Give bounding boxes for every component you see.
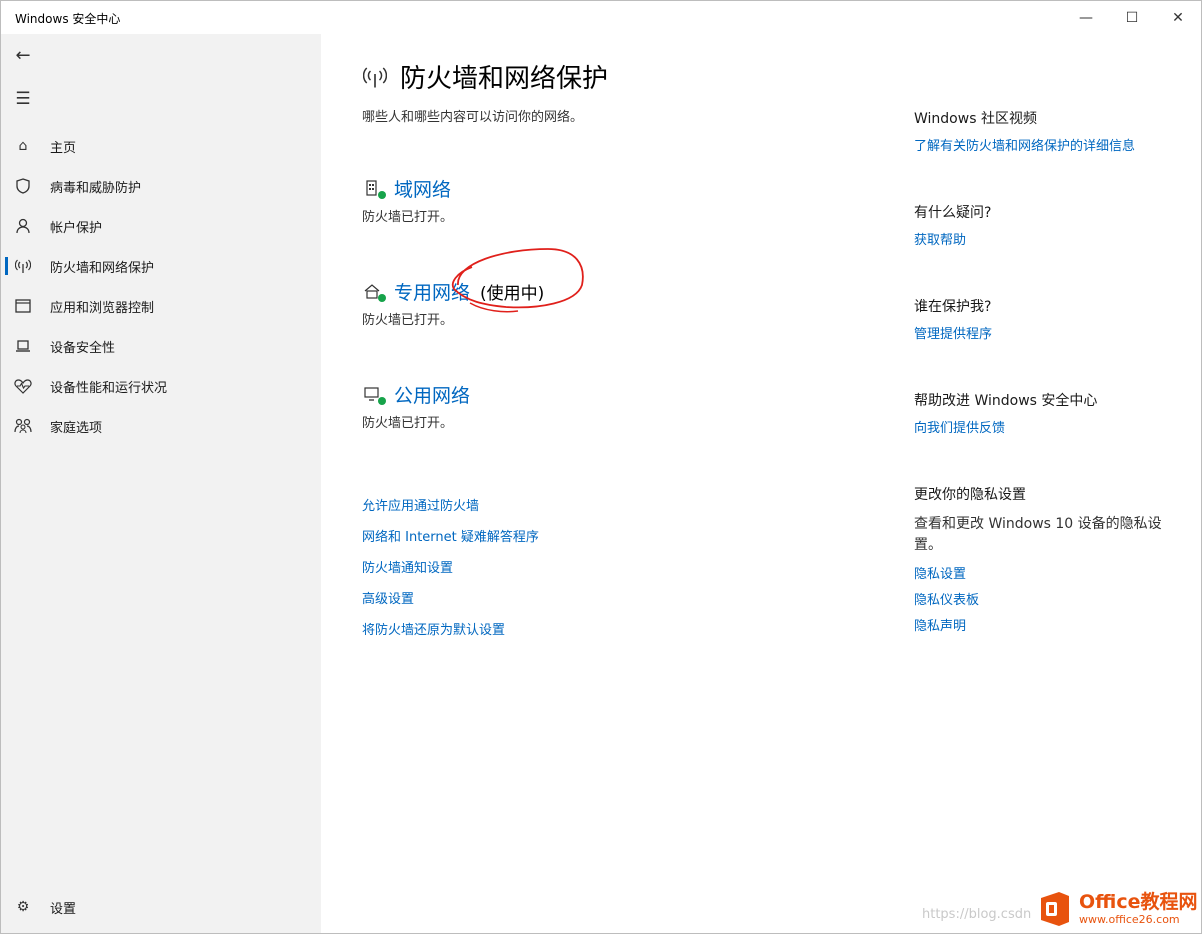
maximize-icon: ☐ bbox=[1125, 9, 1139, 26]
network-status: 防火墙已打开。 bbox=[362, 416, 454, 431]
wifi-signal-icon bbox=[362, 64, 388, 90]
advanced-settings-link[interactable]: 高级设置 bbox=[362, 588, 414, 607]
check-badge-icon bbox=[378, 294, 386, 302]
privacy-description: 查看和更改 Windows 10 设备的隐私设置。 bbox=[914, 516, 1162, 553]
hamburger-icon: ☰ bbox=[15, 89, 31, 109]
check-badge-icon bbox=[378, 191, 386, 199]
firewall-notification-settings-link[interactable]: 防火墙通知设置 bbox=[362, 557, 453, 576]
minimize-button[interactable]: — bbox=[1063, 1, 1109, 34]
back-arrow-icon: ← bbox=[15, 44, 31, 66]
page-title: 防火墙和网络保护 bbox=[400, 64, 609, 94]
privacy-heading: 更改你的隐私设置 bbox=[914, 487, 1026, 503]
wifi-signal-icon bbox=[13, 256, 33, 276]
network-private: 专用网络 (使用中) 防火墙已打开。 bbox=[362, 277, 545, 329]
minimize-icon: — bbox=[1079, 9, 1093, 26]
sidebar: ← ☰ ⌂ 主页 病毒和威胁防护 帐户保护 防火墙和网络保护 应用和浏览器控制 … bbox=[1, 34, 321, 933]
close-button[interactable]: ✕ bbox=[1155, 1, 1201, 34]
laptop-icon bbox=[13, 336, 33, 356]
sidebar-item-label: 防火墙和网络保护 bbox=[50, 260, 155, 276]
network-troubleshooter-link[interactable]: 网络和 Internet 疑难解答程序 bbox=[362, 526, 539, 545]
network-status: 防火墙已打开。 bbox=[362, 210, 454, 225]
privacy-settings-link[interactable]: 隐私设置 bbox=[914, 563, 966, 582]
domain-network-icon bbox=[362, 177, 386, 199]
home-icon: ⌂ bbox=[18, 138, 28, 154]
watermark-url: https://blog.csdn bbox=[922, 907, 1032, 922]
feedback-link[interactable]: 向我们提供反馈 bbox=[914, 417, 1005, 436]
manage-providers-link[interactable]: 管理提供程序 bbox=[914, 323, 992, 342]
sidebar-item-label: 设备性能和运行状况 bbox=[50, 380, 168, 396]
sidebar-item-label: 帐户保护 bbox=[50, 220, 103, 236]
sidebar-item-family-options[interactable]: 家庭选项 bbox=[1, 408, 321, 444]
heart-pulse-icon bbox=[13, 376, 33, 396]
check-badge-icon bbox=[378, 397, 386, 405]
network-name-link[interactable]: 域网络 bbox=[394, 175, 451, 202]
in-use-label: (使用中) bbox=[480, 283, 545, 304]
person-icon bbox=[13, 216, 33, 236]
restore-firewall-defaults-link[interactable]: 将防火墙还原为默认设置 bbox=[362, 619, 505, 638]
office-brand-name: Office教程网 bbox=[1079, 891, 1198, 913]
maximize-button[interactable]: ☐ bbox=[1109, 1, 1155, 34]
title-bar: Windows 安全中心 — ☐ ✕ bbox=[1, 1, 1201, 34]
page-subtitle: 哪些人和哪些内容可以访问你的网络。 bbox=[362, 110, 584, 125]
sidebar-item-label: 病毒和威胁防护 bbox=[50, 180, 142, 196]
network-status: 防火墙已打开。 bbox=[362, 313, 454, 328]
privacy-statement-link[interactable]: 隐私声明 bbox=[914, 615, 966, 634]
shield-icon bbox=[13, 176, 33, 196]
sidebar-item-label: 主页 bbox=[50, 140, 77, 156]
improve-heading: 帮助改进 Windows 安全中心 bbox=[914, 393, 1098, 409]
protect-heading: 谁在保护我? bbox=[914, 299, 992, 315]
sidebar-item-virus-protection[interactable]: 病毒和威胁防护 bbox=[1, 168, 321, 204]
network-public: 公用网络 防火墙已打开。 bbox=[362, 380, 470, 432]
sidebar-item-label: 应用和浏览器控制 bbox=[50, 300, 155, 316]
network-name-link[interactable]: 专用网络 bbox=[394, 278, 470, 305]
office-brand-url: www.office26.com bbox=[1079, 913, 1180, 926]
sidebar-item-label: 设置 bbox=[50, 901, 77, 917]
privacy-dashboard-link[interactable]: 隐私仪表板 bbox=[914, 589, 979, 608]
sidebar-item-device-security[interactable]: 设备安全性 bbox=[1, 328, 321, 364]
app-window-icon bbox=[13, 296, 33, 316]
menu-button[interactable]: ☰ bbox=[9, 86, 37, 112]
sidebar-item-device-health[interactable]: 设备性能和运行状况 bbox=[1, 368, 321, 404]
question-heading: 有什么疑问? bbox=[914, 205, 992, 221]
network-name-link[interactable]: 公用网络 bbox=[394, 381, 470, 408]
public-network-icon bbox=[362, 383, 386, 405]
sidebar-item-home[interactable]: ⌂ 主页 bbox=[1, 128, 321, 164]
office-logo-icon bbox=[1037, 890, 1073, 928]
sidebar-item-label: 设备安全性 bbox=[50, 340, 116, 356]
family-icon bbox=[13, 416, 33, 436]
main-content: 防火墙和网络保护 哪些人和哪些内容可以访问你的网络。 域网络 防火墙已打开。 专… bbox=[322, 34, 1201, 933]
window-title: Windows 安全中心 bbox=[15, 12, 121, 26]
sidebar-item-settings[interactable]: ⚙ 设置 bbox=[1, 891, 321, 923]
network-domain: 域网络 防火墙已打开。 bbox=[362, 174, 454, 226]
community-video-link[interactable]: 了解有关防火墙和网络保护的详细信息 bbox=[914, 135, 1135, 154]
sidebar-item-account-protection[interactable]: 帐户保护 bbox=[1, 208, 321, 244]
office-brand-badge: Office教程网 www.office26.com bbox=[1037, 886, 1198, 932]
sidebar-item-firewall[interactable]: 防火墙和网络保护 bbox=[1, 248, 321, 284]
close-icon: ✕ bbox=[1172, 9, 1184, 26]
community-heading: Windows 社区视频 bbox=[914, 111, 1037, 127]
get-help-link[interactable]: 获取帮助 bbox=[914, 229, 966, 248]
sidebar-item-label: 家庭选项 bbox=[50, 420, 103, 436]
private-network-icon bbox=[362, 280, 386, 302]
app-window: Windows 安全中心 — ☐ ✕ ← ☰ ⌂ 主页 病毒和威胁防护 帐户保护 bbox=[0, 0, 1202, 934]
gear-icon: ⚙ bbox=[16, 899, 30, 915]
page-header: 防火墙和网络保护 bbox=[362, 58, 608, 95]
allow-app-through-firewall-link[interactable]: 允许应用通过防火墙 bbox=[362, 495, 479, 514]
back-button[interactable]: ← bbox=[9, 42, 37, 68]
sidebar-item-app-browser-control[interactable]: 应用和浏览器控制 bbox=[1, 288, 321, 324]
